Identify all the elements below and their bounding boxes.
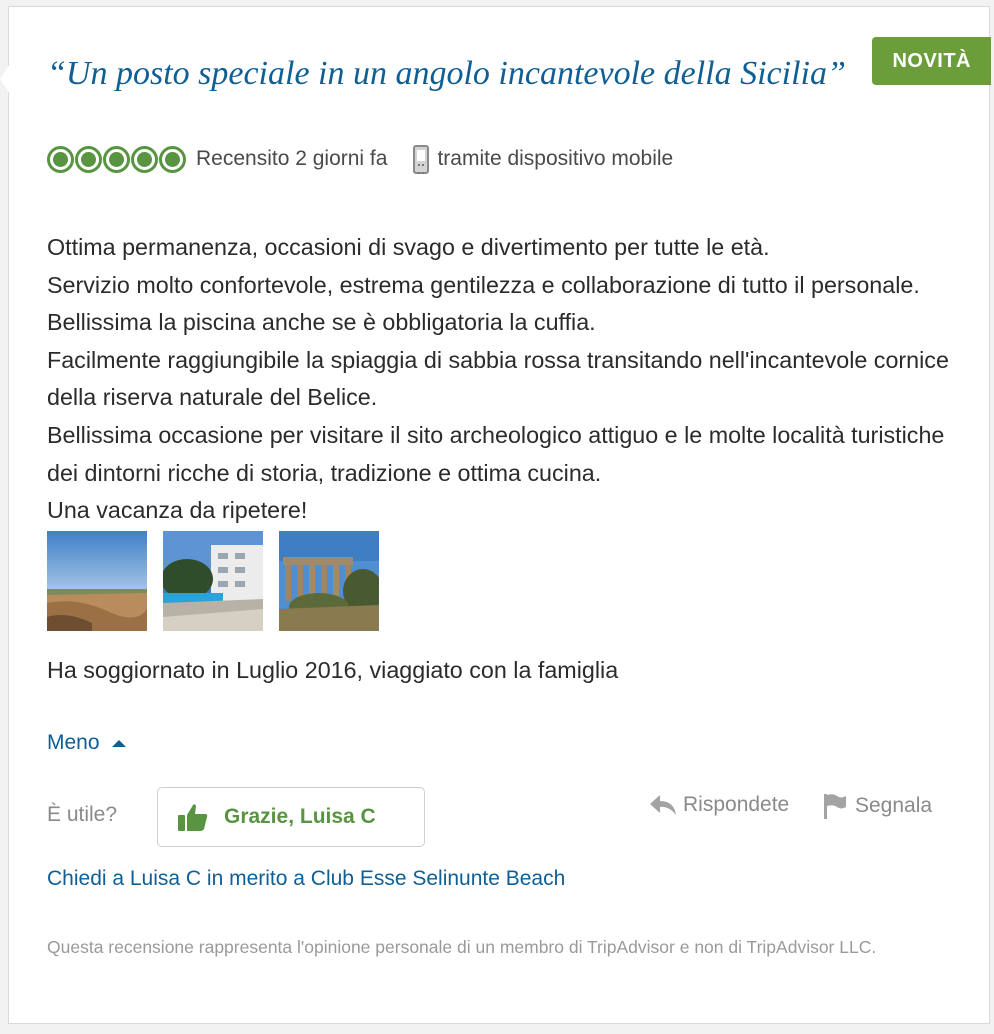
reply-button[interactable]: Rispondete	[649, 793, 789, 817]
beach-dunes-photo[interactable]	[47, 531, 147, 631]
greek-temple-photo[interactable]	[279, 531, 379, 631]
report-button[interactable]: Segnala	[823, 793, 932, 819]
caret-up-icon	[111, 739, 126, 747]
stay-info: Ha soggiornato in Luglio 2016, viaggiato…	[47, 657, 619, 683]
hotel-building-photo[interactable]	[163, 531, 263, 631]
review-date: Recensito 2 giorni fa	[196, 147, 388, 170]
rating-row: Recensito 2 giorni fa tramite dispositiv…	[47, 143, 673, 175]
mobile-phone-icon	[413, 144, 430, 174]
review-card: NOVITÀ “Un posto speciale in un angolo i…	[0, 6, 991, 1024]
rating-bubble-icon	[159, 145, 186, 173]
report-label: Segnala	[855, 794, 933, 817]
helpful-label: È utile?	[47, 803, 118, 826]
show-less-label: Meno	[47, 731, 100, 754]
show-less-link[interactable]: Meno	[47, 731, 126, 755]
thumbs-up-icon	[178, 804, 208, 831]
review-title[interactable]: “Un posto speciale in un angolo incantev…	[47, 53, 857, 95]
thanks-button-label: Grazie, Luisa C	[224, 805, 376, 828]
rating-bubble-icon	[103, 145, 130, 173]
reply-label: Rispondete	[683, 793, 790, 816]
rating-bubble-icon	[47, 145, 74, 173]
review-source: tramite dispositivo mobile	[437, 147, 674, 170]
rating-bubble-icon	[75, 145, 102, 173]
new-badge: NOVITÀ	[872, 37, 991, 85]
rating-bubble-icon	[131, 145, 158, 173]
reply-arrow-icon	[650, 795, 676, 815]
disclaimer-text: Questa recensione rappresenta l'opinione…	[47, 937, 877, 957]
rating-bubbles	[47, 145, 186, 173]
thanks-button[interactable]: Grazie, Luisa C	[157, 787, 425, 847]
review-text: Ottima permanenza, occasioni di svago e …	[47, 229, 957, 530]
review-body-text: Ottima permanenza, occasioni di svago e …	[47, 234, 949, 524]
card-pointer	[0, 65, 9, 93]
flag-icon	[824, 794, 846, 819]
review-photos	[47, 531, 379, 631]
ask-reviewer-link[interactable]: Chiedi a Luisa C in merito a Club Esse S…	[47, 867, 565, 891]
